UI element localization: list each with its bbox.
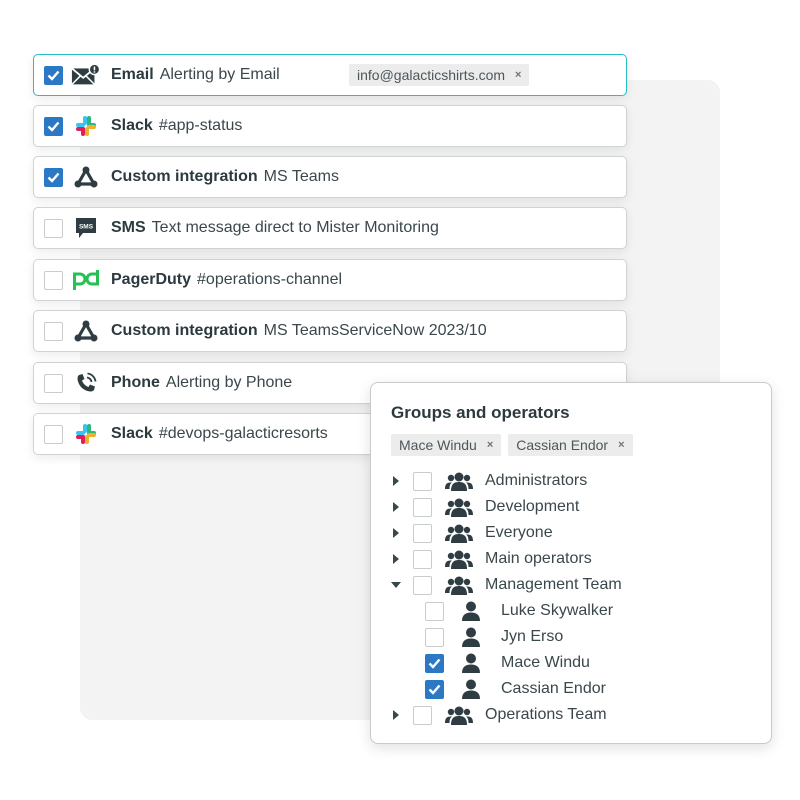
user-icon	[461, 679, 481, 699]
channel-row-email[interactable]: Email Alerting by Email info@galacticshi…	[33, 54, 627, 96]
channel-description: #operations-channel	[197, 271, 343, 288]
tree-label: Operations Team	[485, 706, 607, 723]
channel-name: Phone	[111, 374, 160, 391]
user-icon	[461, 653, 481, 673]
caret-right-icon[interactable]	[391, 554, 401, 564]
slack-icon	[71, 113, 101, 139]
channel-name: PagerDuty	[111, 271, 192, 288]
email-tag: info@galacticshirts.com ×	[349, 64, 530, 86]
tree-checkbox[interactable]	[413, 471, 432, 491]
user-icon	[461, 627, 481, 647]
channel-checkbox[interactable]	[44, 373, 63, 393]
remove-tag-icon[interactable]: ×	[515, 69, 521, 81]
pagerduty-icon	[71, 267, 101, 293]
channel-row-pagerduty[interactable]: PagerDuty #operations-channel	[33, 259, 627, 301]
tree-label: Jyn Erso	[501, 628, 564, 645]
tree-group-row[interactable]: Administrators	[391, 468, 587, 494]
custom-integration-icon	[71, 318, 101, 344]
channel-checkbox[interactable]	[44, 167, 63, 187]
tree-group-row[interactable]: Operations Team	[391, 702, 607, 728]
svg-text:SMS: SMS	[79, 224, 94, 231]
email-tag-label: info@galacticshirts.com	[357, 67, 506, 83]
channel-description: Alerting by Phone	[165, 374, 293, 391]
channel-row-slack[interactable]: Slack #app-status	[33, 105, 627, 147]
tree-label: Management Team	[485, 576, 622, 593]
selected-tags: Mace Windu × Cassian Endor ×	[391, 434, 633, 456]
tree-user-row[interactable]: Cassian Endor	[425, 676, 606, 702]
selected-tag-label: Cassian Endor	[516, 437, 609, 453]
caret-down-icon[interactable]	[391, 580, 401, 590]
channel-checkbox[interactable]	[44, 65, 63, 85]
popup-title: Groups and operators	[391, 403, 570, 422]
tree-group-row[interactable]: Everyone	[391, 520, 553, 546]
tree-checkbox[interactable]	[413, 497, 432, 517]
tree-checkbox[interactable]	[425, 627, 444, 647]
tree-checkbox[interactable]	[425, 601, 444, 621]
sms-icon: SMS	[71, 215, 101, 241]
tree-user-row[interactable]: Jyn Erso	[425, 624, 563, 650]
caret-right-icon[interactable]	[391, 502, 401, 512]
tree-checkbox[interactable]	[413, 575, 432, 595]
tree-checkbox[interactable]	[425, 679, 444, 699]
channel-checkbox[interactable]	[44, 218, 63, 238]
groups-operators-popup: Groups and operators Mace Windu × Cassia…	[370, 382, 772, 744]
channel-description: Alerting by Email	[159, 66, 280, 83]
tree-label: Luke Skywalker	[501, 602, 614, 619]
tree-label: Mace Windu	[501, 654, 590, 671]
tree-checkbox[interactable]	[413, 549, 432, 569]
group-icon	[445, 549, 473, 569]
selected-tag: Mace Windu ×	[391, 434, 502, 456]
tree-label: Administrators	[485, 472, 588, 489]
tree-label: Cassian Endor	[501, 680, 606, 697]
channel-description: MS TeamsServiceNow 2023/10	[263, 322, 487, 339]
tree-user-row[interactable]: Mace Windu	[425, 650, 590, 676]
tree-label: Development	[485, 498, 580, 515]
custom-integration-icon	[71, 164, 101, 190]
channel-checkbox[interactable]	[44, 321, 63, 341]
email-alert-icon	[71, 62, 101, 88]
channel-name: Email	[111, 66, 154, 83]
group-icon	[445, 705, 473, 725]
channel-row-sms[interactable]: SMS SMS Text message direct to Mister Mo…	[33, 207, 627, 249]
remove-tag-icon[interactable]: ×	[618, 439, 624, 451]
channel-checkbox[interactable]	[44, 270, 63, 290]
channel-row-custom-integration[interactable]: Custom integration MS TeamsServiceNow 20…	[33, 310, 627, 352]
channel-checkbox[interactable]	[44, 116, 63, 136]
channel-description: MS Teams	[263, 168, 339, 185]
group-icon	[445, 497, 473, 517]
selected-tag: Cassian Endor ×	[508, 434, 633, 456]
group-icon	[445, 575, 473, 595]
group-icon	[445, 523, 473, 543]
tree-group-row[interactable]: Management Team	[391, 572, 622, 598]
channel-name: Custom integration	[111, 322, 258, 339]
channel-description: Text message direct to Mister Monitoring	[151, 219, 439, 236]
channel-description: #app-status	[158, 117, 243, 134]
tree-checkbox[interactable]	[413, 523, 432, 543]
channel-checkbox[interactable]	[44, 424, 63, 444]
tree-group-row[interactable]: Main operators	[391, 546, 592, 572]
tree-user-row[interactable]: Luke Skywalker	[425, 598, 613, 624]
tree-checkbox[interactable]	[413, 705, 432, 725]
caret-right-icon[interactable]	[391, 528, 401, 538]
group-icon	[445, 471, 473, 491]
tree-label: Main operators	[485, 550, 592, 567]
tree-group-row[interactable]: Development	[391, 494, 579, 520]
channel-description: #devops-galacticresorts	[158, 425, 328, 442]
tree-checkbox[interactable]	[425, 653, 444, 673]
slack-icon	[71, 421, 101, 447]
channel-name: Slack	[111, 425, 153, 442]
tree-label: Everyone	[485, 524, 553, 541]
caret-right-icon[interactable]	[391, 710, 401, 720]
caret-right-icon[interactable]	[391, 476, 401, 486]
channel-name: Slack	[111, 117, 153, 134]
channel-name: SMS	[111, 219, 146, 236]
channel-row-custom-integration[interactable]: Custom integration MS Teams	[33, 156, 627, 198]
channel-name: Custom integration	[111, 168, 258, 185]
selected-tag-label: Mace Windu	[399, 437, 477, 453]
remove-tag-icon[interactable]: ×	[487, 439, 493, 451]
user-icon	[461, 601, 481, 621]
phone-icon	[71, 370, 101, 396]
